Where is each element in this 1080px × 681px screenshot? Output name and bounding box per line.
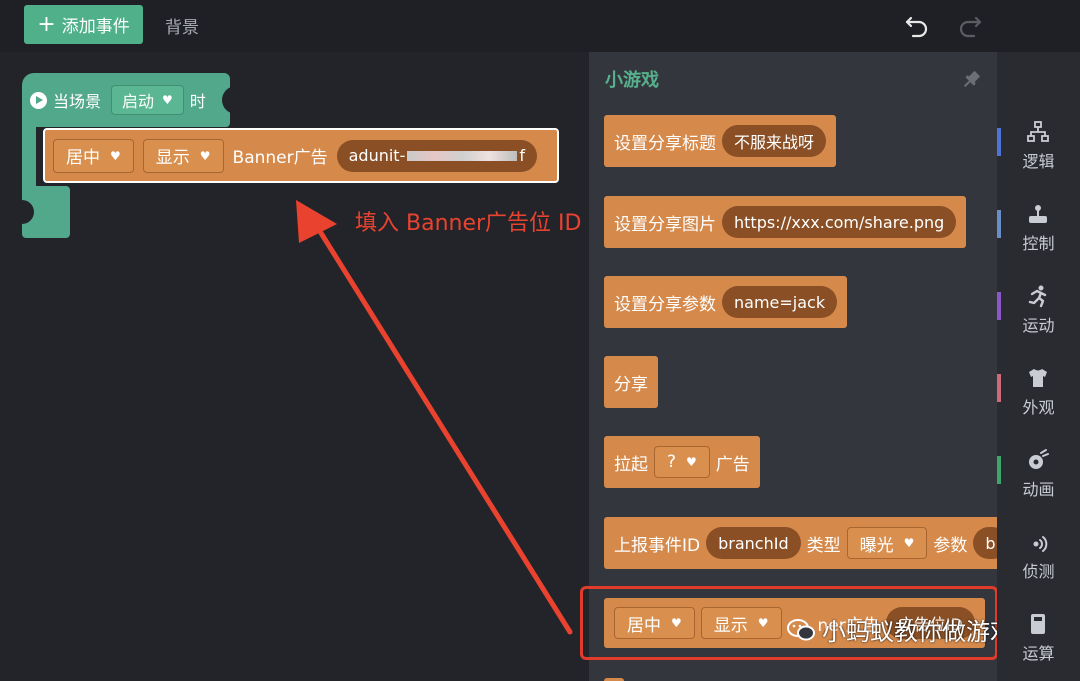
- dropdown-arrow-icon: ♥: [903, 536, 915, 550]
- hat-block-row: 当场景 启动 ♥ 时: [30, 84, 206, 116]
- category-operators[interactable]: 运算: [997, 612, 1080, 672]
- position-value: 居中: [66, 148, 100, 168]
- add-event-button[interactable]: + 添加事件: [24, 5, 143, 44]
- share-block[interactable]: 分享: [604, 356, 658, 408]
- runner-icon: [1028, 285, 1047, 308]
- param-label: 参数: [933, 535, 968, 556]
- watermark-text: 小蚂蚁教你做游戏: [822, 618, 1014, 646]
- category-label: 外观: [1022, 398, 1055, 417]
- ad-unit-prefix: adunit-: [348, 146, 406, 165]
- category-label: 逻辑: [1022, 152, 1055, 171]
- plus-icon: +: [37, 11, 56, 37]
- dropdown-arrow-icon: ♥: [686, 455, 697, 469]
- category-control[interactable]: 控制: [997, 202, 1080, 262]
- event-id-input[interactable]: branchId: [706, 527, 801, 559]
- action-dropdown[interactable]: 显示 ♥: [142, 138, 224, 173]
- block-label: 上报事件ID: [614, 535, 701, 556]
- wechat-icon: [787, 618, 815, 640]
- signal-icon: [1033, 536, 1048, 552]
- block-label: 设置分享参数: [614, 294, 716, 315]
- position-dropdown[interactable]: 居中 ♥: [53, 138, 134, 173]
- redo-icon[interactable]: [955, 10, 985, 40]
- set-share-image-block[interactable]: 设置分享图片 https://xxx.com/share.png: [604, 196, 967, 248]
- event-type-value: 曝光: [859, 535, 894, 556]
- banner-ad-block[interactable]: 居中 ♥ 显示 ♥ Banner广告 adunit- f: [43, 128, 559, 183]
- share-title-input[interactable]: 不服来战呀: [722, 125, 827, 157]
- control-icon: [1029, 205, 1047, 223]
- trigger-value: 启动: [122, 92, 155, 111]
- top-toolbar: + 添加事件 背景: [0, 0, 1080, 52]
- block-label: 分享: [614, 374, 648, 395]
- when-scene-label: 当场景: [53, 92, 102, 111]
- category-sidebar: 逻辑 控制 运动 外观 动画 侦测 运算: [997, 52, 1080, 681]
- category-logic[interactable]: 逻辑: [997, 120, 1080, 180]
- ad-type-dropdown[interactable]: ? ♥: [654, 446, 710, 478]
- category-label: 侦测: [1022, 562, 1055, 581]
- open-ad-block[interactable]: 拉起 ? ♥ 广告: [604, 436, 760, 488]
- dropdown-arrow-icon: ♥: [199, 148, 211, 163]
- pin-icon[interactable]: [959, 68, 983, 92]
- set-share-title-block[interactable]: 设置分享标题 不服来战呀: [604, 115, 837, 167]
- share-image-input[interactable]: https://xxx.com/share.png: [722, 206, 957, 238]
- play-icon: [30, 91, 47, 109]
- ad-unit-suffix: f: [519, 146, 525, 165]
- trigger-dropdown[interactable]: 启动 ♥: [111, 85, 184, 115]
- hierarchy-icon: [1027, 121, 1049, 142]
- ad-unit-id-input[interactable]: adunit- f: [336, 139, 537, 172]
- ad-type-value: ?: [667, 452, 677, 472]
- dropdown-arrow-icon: ♥: [162, 93, 173, 107]
- add-event-label: 添加事件: [61, 17, 130, 37]
- block-label: 拉起: [614, 454, 648, 475]
- shirt-icon: [1029, 369, 1047, 387]
- hat-block-stem: [22, 124, 36, 188]
- type-label: 类型: [806, 535, 841, 556]
- category-label: 运动: [1022, 316, 1055, 335]
- banner-ad-label: Banner广告: [232, 148, 328, 168]
- share-params-input[interactable]: name=jack: [722, 286, 838, 318]
- action-value: 显示: [155, 148, 190, 168]
- calculator-icon: [1031, 614, 1045, 634]
- dropdown-arrow-icon: ♥: [110, 148, 121, 163]
- category-label: 控制: [1022, 234, 1055, 253]
- report-event-block[interactable]: 上报事件ID branchId 类型 曝光 ♥ 参数 b: [604, 517, 997, 569]
- block-label: 设置分享标题: [614, 133, 716, 154]
- category-label: 运算: [1022, 644, 1055, 663]
- hat-suffix-label: 时: [189, 92, 206, 111]
- blurred-ad-unit-id: [407, 150, 518, 161]
- flyout-title: 小游戏: [605, 70, 659, 91]
- block-suffix: 广告: [715, 454, 750, 475]
- category-motion[interactable]: 运动: [997, 284, 1080, 344]
- set-share-params-block[interactable]: 设置分享参数 name=jack: [604, 276, 848, 328]
- block-label: 设置分享图片: [614, 214, 716, 235]
- event-type-dropdown[interactable]: 曝光 ♥: [846, 527, 928, 559]
- animation-icon: [1029, 449, 1049, 469]
- category-sensing[interactable]: 侦测: [997, 530, 1080, 590]
- undo-icon[interactable]: [902, 10, 932, 40]
- category-label: 动画: [1022, 480, 1055, 499]
- background-tab[interactable]: 背景: [165, 13, 199, 38]
- annotation-label: 填入 Banner广告位 ID: [355, 211, 582, 236]
- category-animation[interactable]: 动画: [997, 448, 1080, 508]
- param-input[interactable]: b: [973, 527, 997, 559]
- watermark: 小蚂蚁教你做游戏: [786, 612, 1014, 647]
- category-looks[interactable]: 外观: [997, 366, 1080, 426]
